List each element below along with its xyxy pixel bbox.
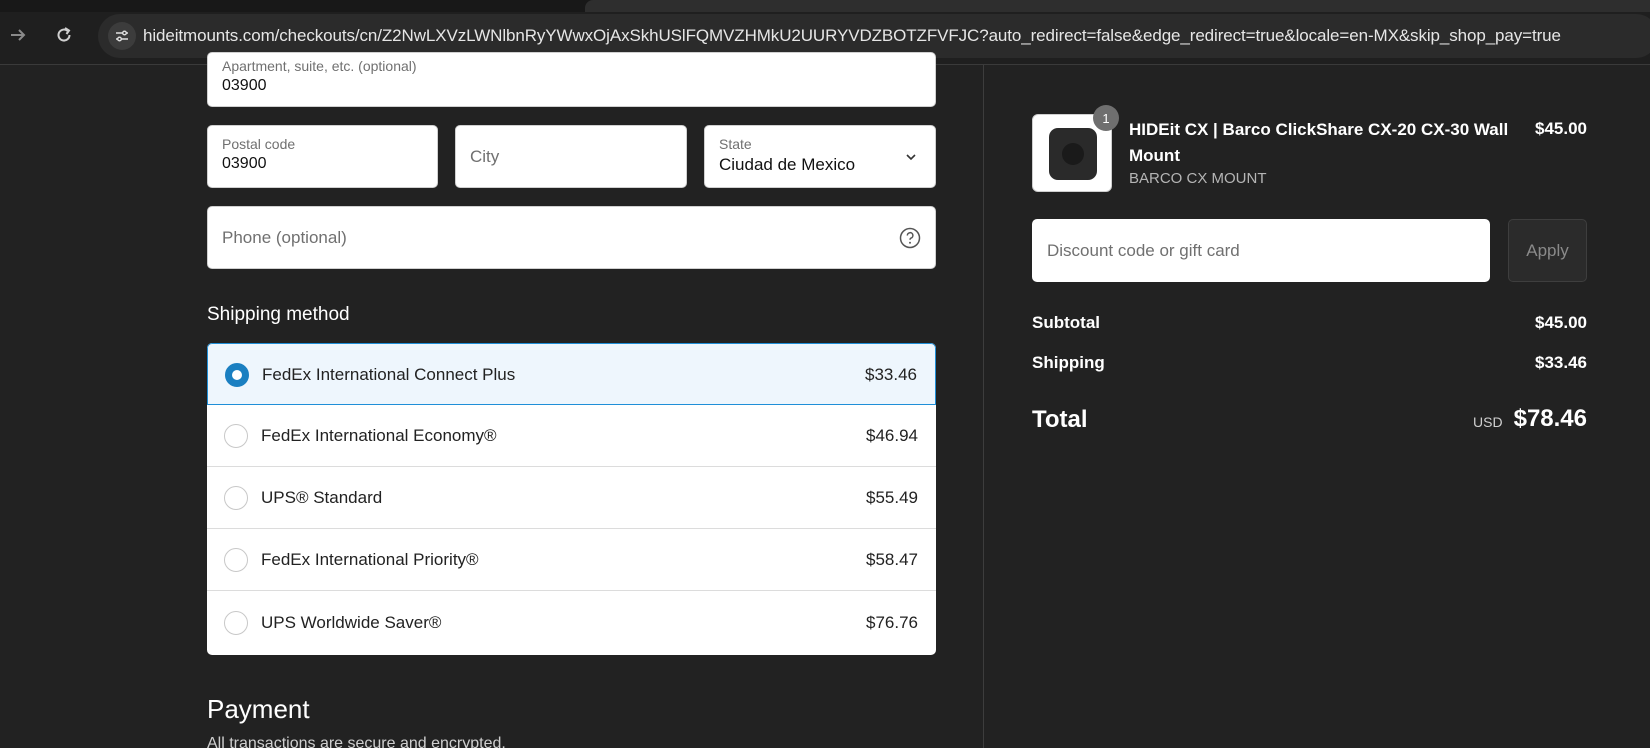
apartment-label: Apartment, suite, etc. (optional) — [222, 58, 417, 74]
city-field[interactable]: City — [455, 125, 687, 188]
product-price: $45.00 — [1535, 119, 1587, 138]
shipping-method-title: Shipping method — [207, 304, 350, 325]
shipping-option-price: $55.49 — [866, 488, 918, 507]
shipping-option[interactable]: UPS Worldwide Saver® $76.76 — [207, 591, 936, 655]
state-label: State — [719, 136, 752, 152]
help-icon[interactable] — [899, 227, 921, 254]
shipping-option[interactable]: FedEx International Economy® $46.94 — [207, 405, 936, 467]
state-select[interactable]: State Ciudad de Mexico — [704, 125, 936, 188]
apartment-value: 03900 — [222, 77, 267, 94]
postal-code-label: Postal code — [222, 136, 296, 152]
site-settings-icon[interactable] — [108, 22, 136, 50]
shipping-cost-value: $33.46 — [1535, 353, 1587, 372]
discount-code-input[interactable]: Discount code or gift card — [1032, 219, 1490, 282]
product-title: HIDEit CX | Barco ClickShare CX-20 CX-30… — [1129, 120, 1509, 165]
column-divider — [983, 65, 984, 748]
apartment-field[interactable]: Apartment, suite, etc. (optional) 03900 — [207, 52, 936, 107]
state-value: Ciudad de Mexico — [719, 155, 856, 174]
total-currency: USD — [1473, 414, 1503, 430]
shipping-option-name: UPS Worldwide Saver® — [261, 613, 442, 632]
radio-unselected[interactable] — [224, 548, 248, 572]
discount-placeholder: Discount code or gift card — [1047, 241, 1240, 260]
tab-strip — [0, 0, 1650, 12]
quantity-badge: 1 — [1093, 105, 1119, 131]
shipping-option-price: $58.47 — [866, 550, 918, 569]
shipping-option-name: FedEx International Connect Plus — [262, 365, 516, 384]
shipping-options-list: FedEx International Connect Plus $33.46 … — [207, 343, 936, 655]
payment-title: Payment — [207, 694, 310, 724]
postal-code-value: 03900 — [222, 155, 267, 172]
shipping-option[interactable]: FedEx International Priority® $58.47 — [207, 529, 936, 591]
apply-button[interactable]: Apply — [1508, 219, 1587, 282]
shipping-option-name: FedEx International Economy® — [261, 426, 497, 445]
postal-code-field[interactable]: Postal code 03900 — [207, 125, 438, 188]
shipping-option-price: $46.94 — [866, 426, 918, 445]
shipping-option-name: FedEx International Priority® — [261, 550, 479, 569]
reload-icon[interactable] — [49, 20, 79, 50]
subtotal-label: Subtotal — [1032, 313, 1100, 332]
forward-icon[interactable] — [3, 20, 33, 50]
product-image — [1049, 128, 1097, 180]
phone-placeholder: Phone (optional) — [222, 228, 347, 247]
subtotal-value: $45.00 — [1535, 313, 1587, 332]
phone-field[interactable]: Phone (optional) — [207, 206, 936, 269]
city-placeholder: City — [470, 147, 500, 166]
shipping-option-price: $33.46 — [865, 365, 917, 384]
url-text[interactable]: hideitmounts.com/checkouts/cn/Z2NwLXVzLW… — [143, 26, 1561, 46]
shipping-option[interactable]: UPS® Standard $55.49 — [207, 467, 936, 529]
radio-unselected[interactable] — [224, 611, 248, 635]
chevron-down-icon — [905, 150, 917, 168]
radio-selected[interactable] — [225, 363, 249, 387]
total-label: Total — [1032, 406, 1088, 433]
radio-unselected[interactable] — [224, 486, 248, 510]
radio-unselected[interactable] — [224, 424, 248, 448]
product-variant: BARCO CX MOUNT — [1129, 170, 1267, 187]
shipping-option-name: UPS® Standard — [261, 488, 383, 507]
total-value: $78.46 — [1513, 405, 1587, 432]
shipping-cost-label: Shipping — [1032, 353, 1105, 372]
shipping-option[interactable]: FedEx International Connect Plus $33.46 — [207, 343, 936, 405]
payment-subtitle: All transactions are secure and encrypte… — [207, 735, 506, 748]
shipping-option-price: $76.76 — [866, 613, 918, 632]
active-tab-edge[interactable] — [585, 0, 1650, 12]
